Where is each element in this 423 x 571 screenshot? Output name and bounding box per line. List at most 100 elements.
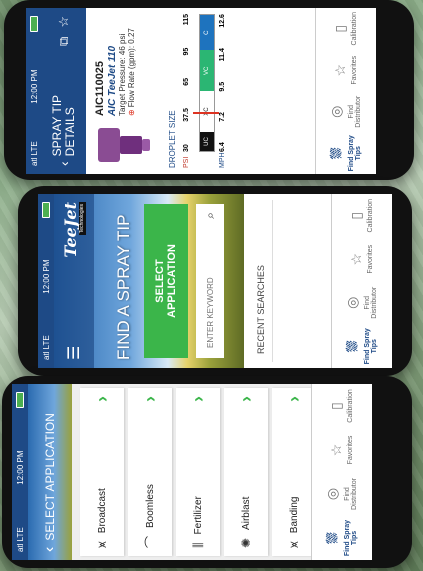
tab-find-spray-tips[interactable]: ⛆ Find Spray Tips (316, 133, 376, 175)
chevron-right-icon: › (139, 396, 160, 402)
spray-tips-icon: ⛆ (324, 532, 341, 544)
tab-bar: ⛆ Find Spray Tips ◎ Find Distributor ☆ Favo… (315, 8, 376, 174)
hero-title: FIND A SPRAY TIP (114, 214, 133, 361)
network-label: atl LTE (41, 335, 51, 360)
tab-find-spray-tips[interactable]: ⛆ Find Spray Tips (312, 516, 372, 560)
tab-label: Favorites (367, 244, 375, 274)
psi-label: PSI (183, 156, 190, 168)
screen: atl LTE 12:00 PM ‹ SPRAY TIP DETAILS ⧉ ☆ (26, 8, 376, 174)
location-icon: ◎ (344, 296, 361, 309)
hero: ☰ TeeJet Technologies FIND A SPRAY TIP S… (54, 194, 244, 368)
list-item-boomless[interactable]: ⌒ Boomless › (128, 388, 172, 556)
pressure-marker (193, 112, 219, 114)
tab-find-distributor[interactable]: ◎ Find Distributor (312, 472, 372, 516)
status-bar: atl LTE 12:00 PM (26, 8, 42, 174)
list-item-airblast[interactable]: ✺ Airblast › (224, 388, 268, 556)
boomless-icon: ⌒ (143, 535, 158, 548)
menu-icon[interactable]: ☰ (64, 346, 84, 360)
status-bar: atl LTE 12:00 PM (12, 384, 28, 560)
list-item-fertilizer[interactable]: ⫼ Fertilizer › (176, 388, 220, 556)
screen: atl LTE 12:00 PM ☰ TeeJet Technologies F… (38, 194, 392, 368)
chevron-right-icon: › (283, 396, 304, 402)
calibration-icon: ▯ (327, 402, 344, 410)
calibration-icon: ▯ (347, 211, 364, 220)
tab-find-spray-tips[interactable]: ⛆ Find Spray Tips (332, 325, 392, 369)
broadcast-icon: ⩙ (94, 541, 109, 548)
tab-find-distributor[interactable]: ◎ Find Distributor (332, 281, 392, 325)
tab-calibration[interactable]: ▯ Calibration (316, 8, 376, 50)
airblast-icon: ✺ (239, 537, 253, 548)
tab-favorites[interactable]: ☆ Favorites (332, 238, 392, 282)
battery-icon (16, 392, 24, 408)
psi-values: 30 37.5 65 95 115 (183, 14, 190, 152)
list-item-banding[interactable]: ⩙ Banding › (272, 388, 316, 556)
brand-subtitle: Technologies (78, 202, 86, 236)
location-icon: ◎ (328, 105, 345, 118)
tab-bar: ⛆ Find Spray Tips ◎ Find Distributor ☆ Favo… (311, 384, 372, 560)
psi-value: 65 (183, 77, 190, 86)
psi-value: 115 (183, 14, 190, 26)
droplet-size-label: DROPLET SIZE (168, 110, 177, 168)
droplet-bar: UC XC VC C (199, 14, 215, 152)
phone-select-application: atl LTE 12:00 PM ‹ SELECT APPLICATION ⩙ … (2, 376, 412, 568)
tab-label: Calibration (367, 199, 375, 233)
tab-find-distributor[interactable]: ◎ Find Distributor (316, 91, 376, 133)
spray-tips-icon: ⛆ (328, 147, 345, 159)
back-chevron-icon[interactable]: ‹ (41, 547, 59, 552)
back-chevron-icon[interactable]: ‹ (56, 161, 72, 166)
mph-value: 7.2 (219, 112, 226, 122)
flow-rate: Flow Rate (gpm): 0.27 (127, 28, 137, 108)
network-label: atl LTE (29, 141, 39, 166)
star-icon: ☆ (347, 252, 364, 266)
list-item-label: Boomless (144, 484, 156, 528)
phone-spray-tip-details: atl LTE 12:00 PM ‹ SPRAY TIP DETAILS ⧉ ☆ (4, 0, 414, 180)
segment-uc: UC (200, 131, 214, 151)
psi-value: 30 (183, 144, 190, 152)
tab-calibration[interactable]: ▯ Calibration (332, 194, 392, 238)
tab-label: Find Distributor (347, 95, 363, 128)
network-label: atl LTE (15, 527, 25, 552)
tab-label: Find Spray Tips (343, 519, 359, 557)
tab-calibration[interactable]: ▯ Calibration (312, 384, 372, 428)
favorite-star-icon[interactable]: ☆ (56, 16, 72, 28)
recent-searches-label: RECENT SEARCHES (244, 200, 273, 362)
battery-icon (42, 202, 50, 218)
tab-favorites[interactable]: ☆ Favorites (312, 428, 372, 472)
chevron-right-icon: › (235, 396, 256, 402)
title-bar: ‹ SPRAY TIP DETAILS ⧉ ☆ (42, 8, 86, 174)
list-item-label: Broadcast (96, 488, 108, 534)
psi-value: 95 (183, 47, 190, 56)
mph-value: 12.6 (219, 14, 226, 28)
mph-value: 9.5 (219, 81, 226, 92)
search-box[interactable]: ⌕ (196, 204, 224, 358)
segment-vc: VC (200, 50, 214, 92)
tab-favorites[interactable]: ☆ Favorites (316, 50, 376, 92)
list-item-broadcast[interactable]: ⩙ Broadcast › (80, 388, 124, 556)
psi-value: 37.5 (183, 108, 190, 122)
tab-label: Find Distributor (343, 478, 359, 510)
list-item-label: Banding (288, 496, 300, 534)
search-icon[interactable]: ⌕ (203, 212, 218, 219)
clock: 12:00 PM (41, 259, 51, 294)
chevron-right-icon: › (187, 396, 208, 402)
list-item-label: Airblast (240, 496, 252, 530)
search-input[interactable] (204, 246, 216, 350)
battery-icon (30, 16, 38, 32)
tab-label: Favorites (351, 55, 359, 85)
list-item-label: Fertilizer (192, 496, 204, 535)
status-bar: atl LTE 12:00 PM (38, 194, 54, 368)
select-application-button[interactable]: SELECT APPLICATION (144, 204, 188, 358)
calibration-icon: ▯ (331, 24, 348, 33)
clock: 12:00 PM (15, 450, 25, 485)
tab-label: Find Spray Tips (347, 135, 363, 172)
mph-values: 6.4 7.2 9.5 11.4 12.6 (219, 14, 226, 152)
model-name: AIC TeeJet 110 (106, 45, 118, 116)
spray-tips-icon: ⛆ (344, 340, 361, 352)
tab-label: Calibration (347, 389, 355, 423)
mph-label: MPH (219, 152, 226, 168)
nozzle-image (94, 122, 154, 168)
screen: atl LTE 12:00 PM ‹ SELECT APPLICATION ⩙ … (12, 384, 372, 560)
star-icon: ☆ (327, 443, 344, 457)
brand-logo: TeeJet (60, 202, 80, 258)
share-icon[interactable]: ⧉ (56, 37, 72, 46)
